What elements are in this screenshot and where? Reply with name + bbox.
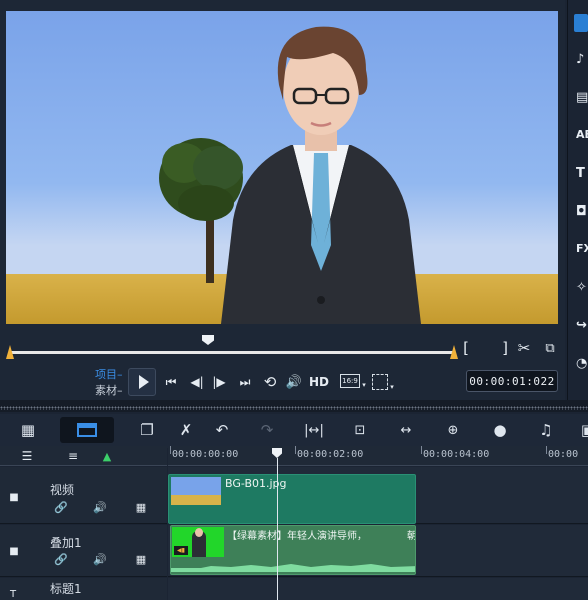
expand-icon[interactable]: ↔ bbox=[394, 418, 418, 442]
overlay-track-header[interactable] bbox=[0, 525, 167, 577]
title-track-name: 标题1 bbox=[50, 582, 82, 596]
snapshot-icon[interactable]: ⧉ bbox=[540, 338, 560, 358]
timecode-display: 00:00:01:022 bbox=[469, 374, 555, 388]
overlay-clip[interactable]: ◀▮ 【绿幕素材】年轻人演讲导师， 朝 bbox=[170, 525, 416, 575]
video-grid-icon[interactable]: ▦ bbox=[134, 500, 148, 514]
overlay-track-icon: ■ bbox=[9, 545, 19, 557]
title-track-icon: T bbox=[9, 588, 17, 600]
ruler-label: 00:00 bbox=[548, 449, 579, 460]
hd-toggle[interactable]: HD bbox=[308, 372, 330, 392]
overlay-clip-name-tail: 朝 bbox=[407, 531, 416, 542]
audio-library-icon[interactable]: ♪ bbox=[576, 52, 588, 67]
timeline-view-button[interactable] bbox=[60, 417, 114, 443]
fit-project-icon[interactable]: |↔| bbox=[302, 418, 326, 442]
time-ruler[interactable]: 00:00:00:00 00:00:02:00 00:00:04:00 00:0… bbox=[168, 446, 588, 466]
ruler-label: 00:00:00:00 bbox=[172, 449, 239, 460]
aspect-ratio-dropdown-icon[interactable]: ▾ bbox=[360, 380, 368, 390]
transition-icon[interactable]: AB bbox=[576, 128, 588, 142]
go-to-end-button[interactable]: ⏭ bbox=[236, 372, 254, 392]
video-track-icon: ■ bbox=[9, 491, 19, 503]
mode-clip[interactable]: 素材– bbox=[95, 382, 123, 398]
video-clip-thumbnail bbox=[171, 477, 221, 505]
overlay-clip-name: 【绿幕素材】年轻人演讲导师， bbox=[227, 531, 367, 542]
audio-badge-icon: ◀▮ bbox=[174, 546, 188, 555]
mark-out-button[interactable]: ] bbox=[498, 338, 512, 358]
preview-window bbox=[6, 11, 558, 324]
aspect-ratio-button[interactable]: 16:9 bbox=[340, 374, 360, 388]
volume-button[interactable]: 🔊 bbox=[284, 372, 304, 392]
record-icon[interactable]: ● bbox=[488, 418, 512, 442]
video-track-name: 视频 bbox=[50, 483, 75, 497]
scrub-bar[interactable] bbox=[10, 351, 454, 354]
title-track-lane[interactable] bbox=[168, 578, 588, 600]
filter-icon[interactable]: FX bbox=[576, 242, 588, 256]
graphics-icon[interactable]: ◘ bbox=[576, 204, 588, 219]
player-panel: [ ] ✂ ⧉ 项目– 素材– ⏮ ◀| |▶ ⏭ ⟲ 🔊 HD 16:9 ▾ … bbox=[0, 0, 565, 400]
video-mute-icon[interactable]: 🔊 bbox=[92, 500, 108, 514]
timeline-playhead-line[interactable] bbox=[277, 458, 278, 600]
play-icon bbox=[138, 375, 149, 389]
track-manager-icon[interactable]: ❐ bbox=[135, 418, 159, 442]
title-icon[interactable]: T bbox=[576, 166, 588, 181]
speed-icon[interactable]: ◔ bbox=[576, 356, 588, 371]
ripple-edit-icon[interactable]: ▲ bbox=[100, 450, 114, 463]
next-frame-button[interactable]: |▶ bbox=[210, 372, 228, 392]
ruler-label: 00:00:04:00 bbox=[423, 449, 490, 460]
instant-project-icon[interactable]: ▤ bbox=[576, 90, 588, 105]
scissors-icon[interactable]: ✂ bbox=[514, 338, 534, 358]
presenter-avatar bbox=[221, 26, 421, 324]
ruler-label: 00:00:02:00 bbox=[297, 449, 364, 460]
overlay-grid-icon[interactable]: ▦ bbox=[134, 552, 148, 566]
splitter-grip[interactable] bbox=[0, 406, 588, 410]
crop-dropdown-icon[interactable]: ▾ bbox=[388, 382, 396, 392]
path-icon[interactable]: ↪ bbox=[576, 318, 588, 333]
audio-waveform bbox=[171, 564, 415, 572]
video-track-header[interactable] bbox=[0, 467, 167, 524]
overlay-link-icon[interactable]: 🔗 bbox=[53, 552, 69, 566]
audio-mixer-icon[interactable]: ⊕ bbox=[441, 418, 465, 442]
go-to-start-button[interactable]: ⏮ bbox=[162, 372, 180, 392]
overlay-clip-thumbnail: ◀▮ bbox=[172, 527, 224, 557]
zoom-fit-icon[interactable]: ⊡ bbox=[348, 418, 372, 442]
motion-icon[interactable]: ✧ bbox=[576, 280, 588, 295]
overlay-track-name: 叠加1 bbox=[50, 536, 82, 550]
repeat-button[interactable]: ⟲ bbox=[260, 372, 280, 392]
undo-icon[interactable]: ↶ bbox=[210, 418, 234, 442]
more-tools-icon[interactable]: ▣ bbox=[576, 418, 588, 442]
mode-clip-label: 素材 bbox=[95, 384, 117, 397]
timecode-box[interactable]: 00:00:01:022 bbox=[466, 370, 558, 392]
redo-icon[interactable]: ↷ bbox=[255, 418, 279, 442]
tools-icon[interactable]: ✗ bbox=[174, 418, 198, 442]
timeline-view-icon bbox=[77, 423, 97, 437]
overlay-mute-icon[interactable]: 🔊 bbox=[92, 552, 108, 566]
mode-project[interactable]: 项目– bbox=[95, 366, 123, 382]
playhead-marker[interactable] bbox=[202, 335, 214, 345]
link-icon[interactable]: 🔗 bbox=[53, 500, 69, 514]
video-clip[interactable]: BG-B01.jpg bbox=[168, 474, 416, 524]
previous-frame-button[interactable]: ◀| bbox=[188, 372, 206, 392]
add-track-icon[interactable]: ≡ bbox=[64, 448, 82, 464]
crop-dropdown-button[interactable] bbox=[372, 374, 388, 390]
media-library-icon[interactable] bbox=[574, 14, 588, 32]
mark-in-button[interactable]: [ bbox=[459, 338, 473, 358]
storyboard-view-icon[interactable]: ▦ bbox=[16, 418, 40, 442]
ruler-playhead[interactable] bbox=[272, 448, 282, 458]
track-list-icon[interactable]: ☰ bbox=[18, 448, 36, 464]
play-button[interactable] bbox=[128, 368, 156, 396]
title-track-header[interactable] bbox=[0, 578, 167, 600]
mode-project-label: 项目 bbox=[95, 368, 117, 381]
auto-music-icon[interactable]: ♫ bbox=[534, 418, 558, 442]
